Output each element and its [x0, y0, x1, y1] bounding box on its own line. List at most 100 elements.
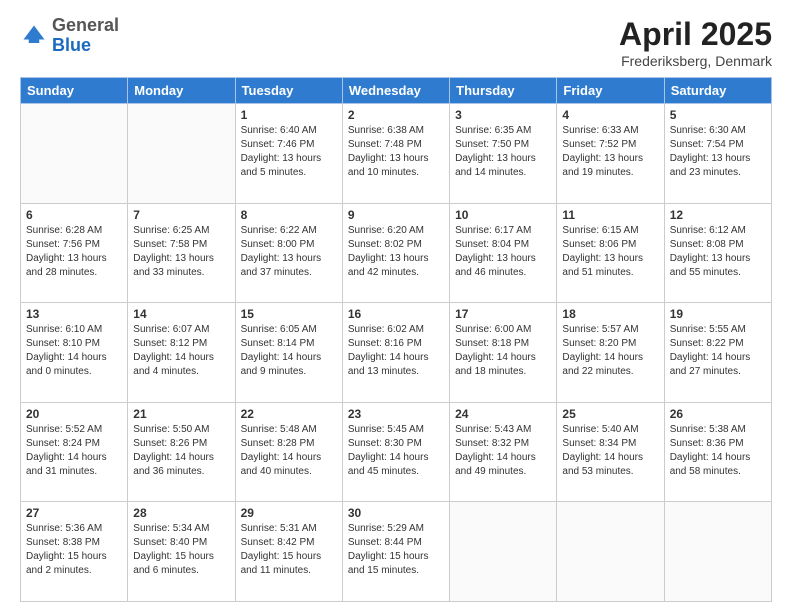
day-info: Sunrise: 6:35 AM Sunset: 7:50 PM Dayligh…	[455, 124, 551, 180]
day-number: 20	[26, 407, 122, 421]
logo-blue: Blue	[52, 35, 91, 55]
day-number: 17	[455, 307, 551, 321]
col-tuesday: Tuesday	[235, 78, 342, 104]
day-info: Sunrise: 5:38 AM Sunset: 8:36 PM Dayligh…	[670, 423, 766, 479]
calendar-cell	[557, 502, 664, 602]
day-number: 15	[241, 307, 337, 321]
day-info: Sunrise: 5:40 AM Sunset: 8:34 PM Dayligh…	[562, 423, 658, 479]
day-info: Sunrise: 6:10 AM Sunset: 8:10 PM Dayligh…	[26, 323, 122, 379]
day-info: Sunrise: 6:33 AM Sunset: 7:52 PM Dayligh…	[562, 124, 658, 180]
calendar-cell: 29 Sunrise: 5:31 AM Sunset: 8:42 PM Dayli…	[235, 502, 342, 602]
day-info: Sunrise: 6:17 AM Sunset: 8:04 PM Dayligh…	[455, 224, 551, 280]
calendar-cell: 13Sunrise: 6:10 AM Sunset: 8:10 PM Dayli…	[21, 303, 128, 403]
day-number: 23	[348, 407, 444, 421]
day-info: Sunrise: 5:43 AM Sunset: 8:32 PM Dayligh…	[455, 423, 551, 479]
calendar-cell: 14 Sunrise: 6:07 AM Sunset: 8:12 PM Dayli…	[128, 303, 235, 403]
day-info: Sunrise: 6:05 AM Sunset: 8:14 PM Dayligh…	[241, 323, 337, 379]
logo: General Blue	[20, 16, 119, 56]
calendar-cell: 8Sunrise: 6:22 AM Sunset: 8:00 PM Daylig…	[235, 203, 342, 303]
day-info: Sunrise: 5:29 AM Sunset: 8:44 PM Dayligh…	[348, 522, 444, 578]
calendar-week-4: 20 Sunrise: 5:52 AM Sunset: 8:24 PM Dayli…	[21, 402, 772, 502]
calendar-cell: 23 Sunrise: 5:45 AM Sunset: 8:30 PM Dayli…	[342, 402, 449, 502]
day-info: Sunrise: 6:15 AM Sunset: 8:06 PM Dayligh…	[562, 224, 658, 280]
calendar-week-5: 27 Sunrise: 5:36 AM Sunset: 8:38 PM Dayli…	[21, 502, 772, 602]
day-info: Sunrise: 6:07 AM Sunset: 8:12 PM Dayligh…	[133, 323, 229, 379]
day-number: 1	[241, 108, 337, 122]
day-number: 4	[562, 108, 658, 122]
calendar-cell: 7 Sunrise: 6:25 AM Sunset: 7:58 PM Daylig…	[128, 203, 235, 303]
calendar-cell: 1 Sunrise: 6:40 AM Sunset: 7:46 PM Daylig…	[235, 104, 342, 204]
logo-icon	[20, 22, 48, 50]
day-info: Sunrise: 5:55 AM Sunset: 8:22 PM Dayligh…	[670, 323, 766, 379]
calendar-cell: 18 Sunrise: 5:57 AM Sunset: 8:20 PM Dayli…	[557, 303, 664, 403]
day-number: 27	[26, 506, 122, 520]
day-number: 8	[241, 208, 337, 222]
calendar-cell: 21Sunrise: 5:50 AM Sunset: 8:26 PM Dayli…	[128, 402, 235, 502]
day-info: Sunrise: 5:34 AM Sunset: 8:40 PM Dayligh…	[133, 522, 229, 578]
day-number: 5	[670, 108, 766, 122]
calendar-cell: 22 Sunrise: 5:48 AM Sunset: 8:28 PM Dayli…	[235, 402, 342, 502]
calendar-cell	[128, 104, 235, 204]
day-number: 2	[348, 108, 444, 122]
day-info: Sunrise: 5:48 AM Sunset: 8:28 PM Dayligh…	[241, 423, 337, 479]
col-sunday: Sunday	[21, 78, 128, 104]
page: General Blue April 2025 Frederiksberg, D…	[0, 0, 792, 612]
calendar-cell: 15 Sunrise: 6:05 AM Sunset: 8:14 PM Dayli…	[235, 303, 342, 403]
calendar-cell: 3 Sunrise: 6:35 AM Sunset: 7:50 PM Daylig…	[450, 104, 557, 204]
day-info: Sunrise: 5:31 AM Sunset: 8:42 PM Dayligh…	[241, 522, 337, 578]
calendar-cell: 4 Sunrise: 6:33 AM Sunset: 7:52 PM Daylig…	[557, 104, 664, 204]
col-friday: Friday	[557, 78, 664, 104]
day-info: Sunrise: 6:28 AM Sunset: 7:56 PM Dayligh…	[26, 224, 122, 280]
col-saturday: Saturday	[664, 78, 771, 104]
day-number: 7	[133, 208, 229, 222]
day-info: Sunrise: 6:20 AM Sunset: 8:02 PM Dayligh…	[348, 224, 444, 280]
title-month: April 2025	[619, 16, 772, 53]
title-block: April 2025 Frederiksberg, Denmark	[619, 16, 772, 69]
day-info: Sunrise: 5:57 AM Sunset: 8:20 PM Dayligh…	[562, 323, 658, 379]
day-info: Sunrise: 6:30 AM Sunset: 7:54 PM Dayligh…	[670, 124, 766, 180]
day-number: 16	[348, 307, 444, 321]
day-info: Sunrise: 5:45 AM Sunset: 8:30 PM Dayligh…	[348, 423, 444, 479]
col-monday: Monday	[128, 78, 235, 104]
calendar-cell: 30Sunrise: 5:29 AM Sunset: 8:44 PM Dayli…	[342, 502, 449, 602]
logo-text: General Blue	[52, 16, 119, 56]
calendar-cell: 10 Sunrise: 6:17 AM Sunset: 8:04 PM Dayli…	[450, 203, 557, 303]
day-info: Sunrise: 5:52 AM Sunset: 8:24 PM Dayligh…	[26, 423, 122, 479]
calendar-cell: 27 Sunrise: 5:36 AM Sunset: 8:38 PM Dayli…	[21, 502, 128, 602]
day-number: 9	[348, 208, 444, 222]
day-number: 24	[455, 407, 551, 421]
day-info: Sunrise: 6:00 AM Sunset: 8:18 PM Dayligh…	[455, 323, 551, 379]
calendar-cell	[664, 502, 771, 602]
calendar-cell: 12Sunrise: 6:12 AM Sunset: 8:08 PM Dayli…	[664, 203, 771, 303]
col-wednesday: Wednesday	[342, 78, 449, 104]
day-number: 25	[562, 407, 658, 421]
day-number: 22	[241, 407, 337, 421]
day-number: 14	[133, 307, 229, 321]
day-info: Sunrise: 5:36 AM Sunset: 8:38 PM Dayligh…	[26, 522, 122, 578]
day-info: Sunrise: 6:25 AM Sunset: 7:58 PM Dayligh…	[133, 224, 229, 280]
calendar-header-row: Sunday Monday Tuesday Wednesday Thursday…	[21, 78, 772, 104]
header: General Blue April 2025 Frederiksberg, D…	[20, 16, 772, 69]
day-number: 11	[562, 208, 658, 222]
calendar-cell: 19 Sunrise: 5:55 AM Sunset: 8:22 PM Dayli…	[664, 303, 771, 403]
calendar-week-3: 13Sunrise: 6:10 AM Sunset: 8:10 PM Dayli…	[21, 303, 772, 403]
day-number: 29	[241, 506, 337, 520]
calendar-cell: 17 Sunrise: 6:00 AM Sunset: 8:18 PM Dayli…	[450, 303, 557, 403]
day-info: Sunrise: 6:02 AM Sunset: 8:16 PM Dayligh…	[348, 323, 444, 379]
calendar-cell: 11 Sunrise: 6:15 AM Sunset: 8:06 PM Dayli…	[557, 203, 664, 303]
calendar-cell	[450, 502, 557, 602]
calendar-week-2: 6 Sunrise: 6:28 AM Sunset: 7:56 PM Daylig…	[21, 203, 772, 303]
day-number: 6	[26, 208, 122, 222]
day-number: 18	[562, 307, 658, 321]
day-number: 3	[455, 108, 551, 122]
day-info: Sunrise: 6:40 AM Sunset: 7:46 PM Dayligh…	[241, 124, 337, 180]
calendar-cell: 28 Sunrise: 5:34 AM Sunset: 8:40 PM Dayli…	[128, 502, 235, 602]
day-info: Sunrise: 6:12 AM Sunset: 8:08 PM Dayligh…	[670, 224, 766, 280]
day-number: 21	[133, 407, 229, 421]
day-number: 10	[455, 208, 551, 222]
calendar-cell: 16 Sunrise: 6:02 AM Sunset: 8:16 PM Dayli…	[342, 303, 449, 403]
day-number: 19	[670, 307, 766, 321]
day-number: 28	[133, 506, 229, 520]
calendar-table: Sunday Monday Tuesday Wednesday Thursday…	[20, 77, 772, 602]
calendar-week-1: 1 Sunrise: 6:40 AM Sunset: 7:46 PM Daylig…	[21, 104, 772, 204]
